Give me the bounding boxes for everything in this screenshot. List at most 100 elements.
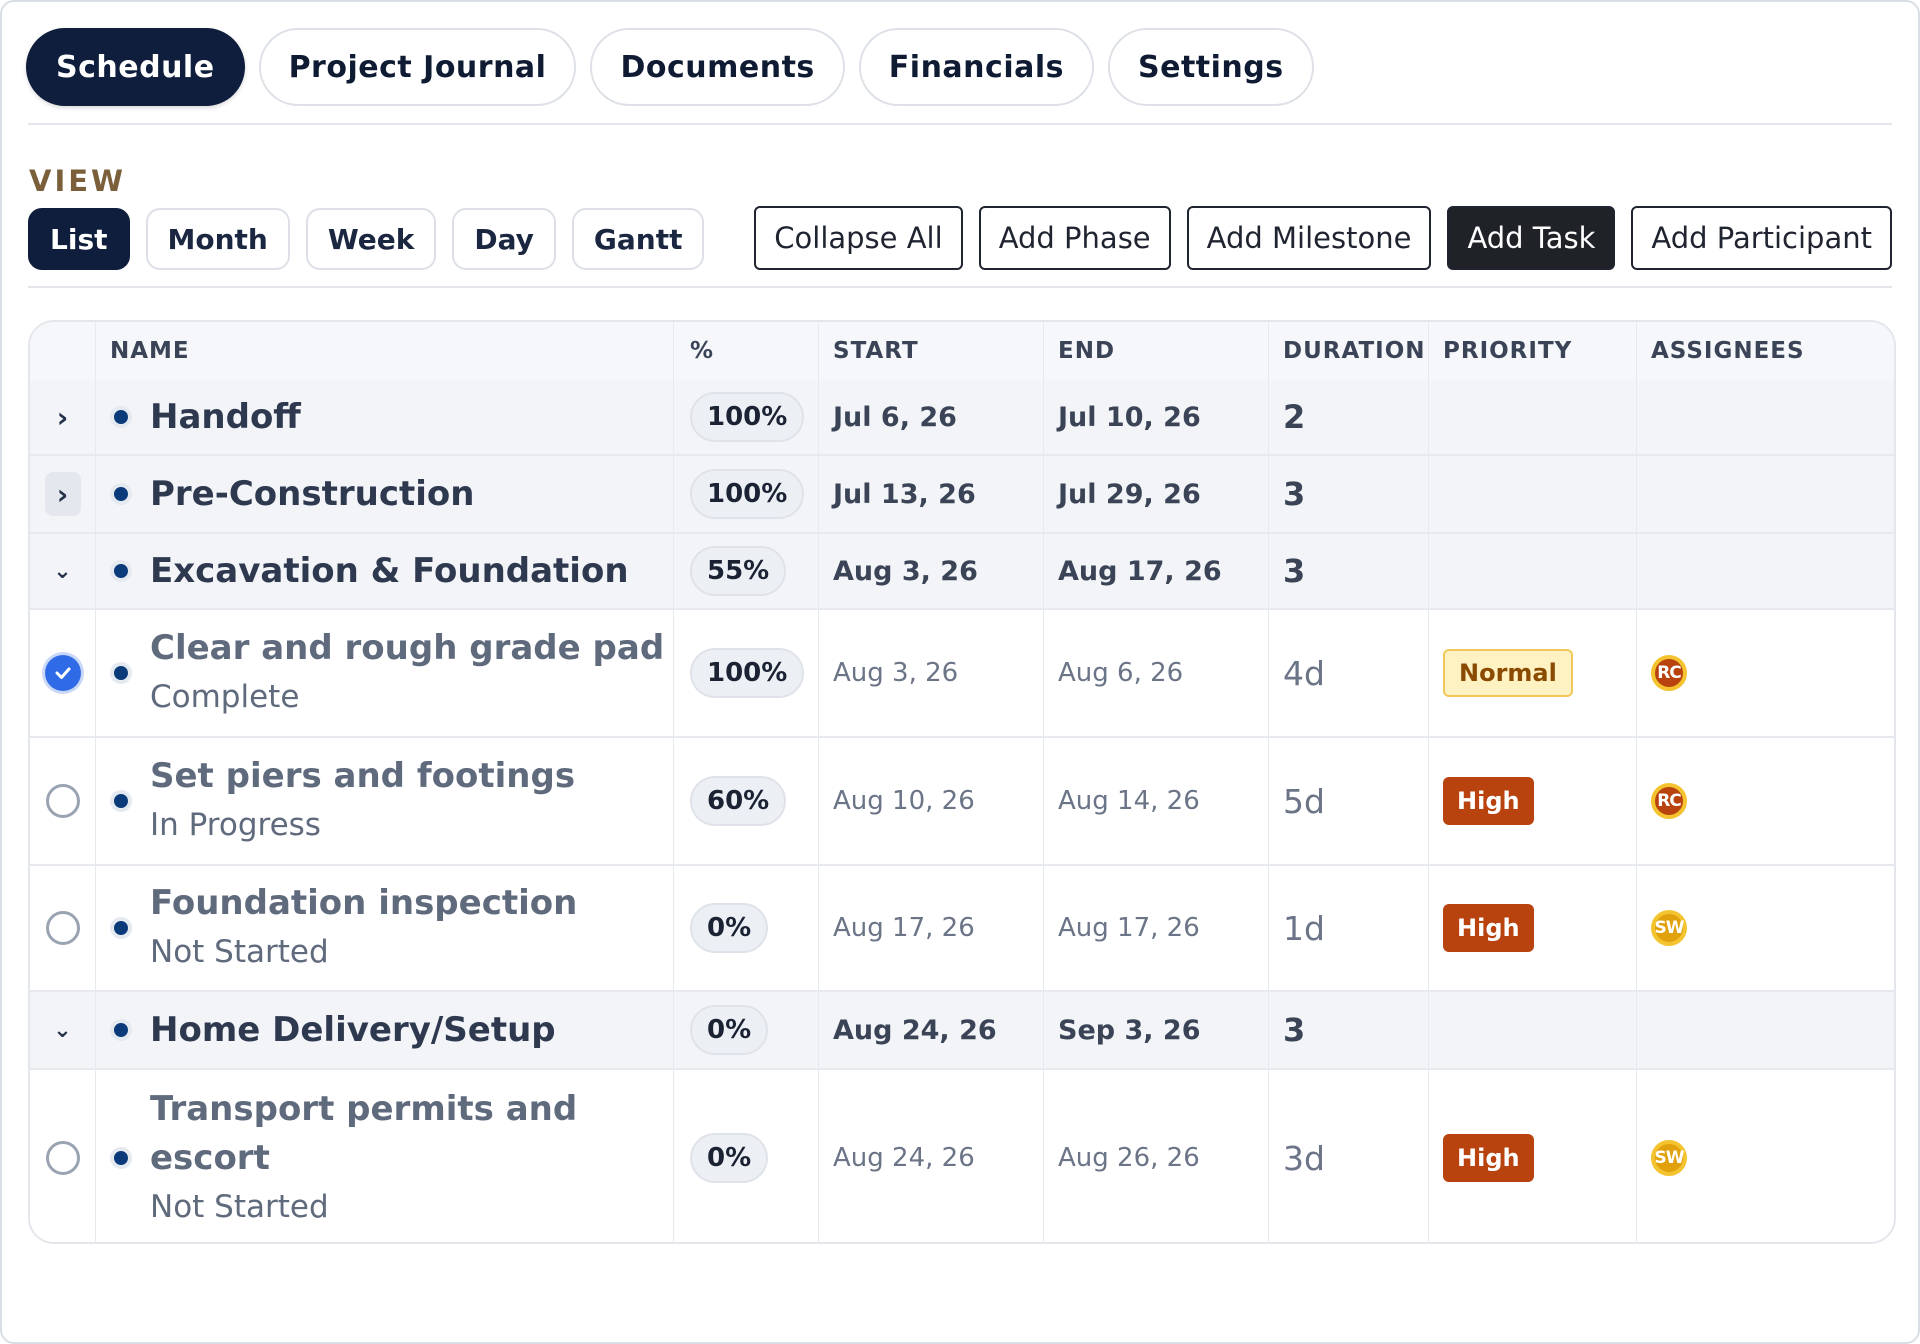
percent-pill: 60% (690, 776, 787, 826)
header-end[interactable]: END (1044, 322, 1269, 380)
percent-pill: 100% (690, 648, 805, 698)
avatar[interactable]: SW (1651, 1140, 1687, 1176)
phase-name[interactable]: Handoff (150, 397, 301, 437)
check-circle-icon[interactable] (44, 655, 81, 691)
tab-settings[interactable]: Settings (1107, 28, 1314, 106)
phase-name[interactable]: Pre-Construction (150, 474, 474, 514)
collapse-all-button[interactable]: Collapse All (754, 206, 963, 270)
task-name-line-1[interactable]: Transport permits and (150, 1085, 577, 1134)
assignees-cell (1637, 992, 1894, 1068)
end-date: Sep 3, 26 (1058, 1014, 1201, 1046)
task-status: Not Started (150, 934, 329, 970)
duration: 1d (1283, 908, 1325, 948)
add-task-button[interactable]: Add Task (1447, 206, 1616, 270)
task-dot-icon (110, 662, 132, 684)
priority-cell (1429, 534, 1637, 608)
view-list-button[interactable]: List (28, 208, 130, 270)
percent-pill: 55% (690, 546, 787, 596)
collapse-toggle[interactable]: ⌄ (30, 534, 96, 608)
end-date: Aug 17, 26 (1058, 913, 1200, 943)
phase-dot-icon (110, 406, 132, 428)
header-priority[interactable]: PRIORITY (1429, 322, 1637, 380)
add-milestone-button[interactable]: Add Milestone (1186, 206, 1432, 270)
percent-pill: 0% (690, 1133, 769, 1183)
avatar[interactable]: SW (1651, 910, 1687, 946)
task-row[interactable]: Clear and rough grade pad Complete 100% A… (30, 610, 1894, 738)
start-date: Aug 3, 26 (833, 658, 959, 688)
end-date: Aug 6, 26 (1058, 658, 1184, 688)
empty-circle-icon[interactable] (45, 1141, 80, 1175)
priority-cell (1429, 456, 1637, 532)
avatar[interactable]: RC (1651, 783, 1687, 819)
phase-row[interactable]: › Pre-Construction 100% Jul 13, 26 Jul 2… (30, 456, 1894, 534)
view-month-button[interactable]: Month (145, 208, 290, 270)
end-date: Aug 17, 26 (1058, 555, 1222, 587)
empty-circle-icon[interactable] (45, 784, 80, 818)
avatar[interactable]: RC (1651, 655, 1687, 691)
start-date: Aug 24, 26 (833, 1143, 975, 1173)
assignees-cell (1637, 456, 1894, 532)
phase-dot-icon (110, 560, 132, 582)
task-dot-icon (110, 917, 132, 939)
end-date: Aug 14, 26 (1058, 786, 1200, 816)
tab-documents[interactable]: Documents (590, 28, 845, 106)
phase-row[interactable]: ⌄ Excavation & Foundation 55% Aug 3, 26 … (30, 534, 1894, 610)
header-assignees[interactable]: ASSIGNEES (1637, 322, 1894, 380)
task-row[interactable]: Foundation inspection Not Started 0% Aug … (30, 866, 1894, 992)
task-dot-icon (110, 790, 132, 812)
table-header: NAME % START END DURATION PRIORITY ASSIG… (30, 322, 1894, 380)
phase-dot-icon (110, 483, 132, 505)
end-date: Jul 29, 26 (1058, 478, 1201, 510)
view-day-button[interactable]: Day (452, 208, 556, 270)
duration: 3d (1283, 1138, 1325, 1178)
priority-cell (1429, 380, 1637, 454)
view-gantt-button[interactable]: Gantt (571, 208, 705, 270)
start-date: Aug 10, 26 (833, 786, 975, 816)
header-start[interactable]: START (819, 322, 1044, 380)
divider (28, 286, 1892, 288)
chevron-right-icon: › (44, 472, 81, 516)
priority-badge: High (1443, 777, 1534, 825)
expand-toggle[interactable]: › (30, 380, 96, 454)
schedule-table: NAME % START END DURATION PRIORITY ASSIG… (28, 320, 1896, 1244)
priority-badge: High (1443, 904, 1534, 952)
empty-circle-icon[interactable] (45, 911, 80, 945)
task-status: Complete (150, 679, 300, 715)
duration: 3 (1283, 1011, 1306, 1049)
percent-pill: 0% (690, 903, 769, 953)
app-window: Schedule Project Journal Documents Finan… (0, 0, 1920, 1344)
phase-name[interactable]: Home Delivery/Setup (150, 1010, 556, 1050)
task-name[interactable]: Set piers and footings (150, 752, 575, 801)
add-participant-button[interactable]: Add Participant (1631, 206, 1892, 270)
collapse-toggle[interactable]: ⌄ (30, 992, 96, 1068)
phase-row[interactable]: › Handoff 100% Jul 6, 26 Jul 10, 26 2 (30, 380, 1894, 456)
header-duration[interactable]: DURATION (1269, 322, 1429, 380)
tab-schedule[interactable]: Schedule (26, 28, 245, 106)
task-row[interactable]: Set piers and footings In Progress 60% Au… (30, 738, 1894, 866)
end-date: Aug 26, 26 (1058, 1143, 1200, 1173)
add-phase-button[interactable]: Add Phase (978, 206, 1171, 270)
task-name-line-2[interactable]: escort (150, 1134, 577, 1183)
header-name[interactable]: NAME (96, 322, 674, 380)
view-week-button[interactable]: Week (305, 208, 437, 270)
task-dot-icon (110, 1147, 132, 1169)
percent-pill: 100% (690, 392, 805, 442)
phase-row[interactable]: ⌄ Home Delivery/Setup 0% Aug 24, 26 Sep … (30, 992, 1894, 1070)
view-label: VIEW (29, 164, 127, 198)
header-spacer (30, 322, 96, 380)
header-percent[interactable]: % (674, 322, 819, 380)
phase-name[interactable]: Excavation & Foundation (150, 551, 629, 591)
expand-toggle[interactable]: › (30, 456, 96, 532)
task-name[interactable]: Foundation inspection (150, 879, 577, 928)
divider (28, 123, 1892, 125)
tab-financials[interactable]: Financials (858, 28, 1094, 106)
start-date: Aug 24, 26 (833, 1014, 997, 1046)
chevron-down-icon: ⌄ (53, 1017, 72, 1043)
chevron-down-icon: ⌄ (53, 558, 72, 584)
assignees-cell (1637, 380, 1894, 454)
task-row[interactable]: Transport permits and escort Not Started… (30, 1070, 1894, 1242)
tab-project-journal[interactable]: Project Journal (258, 28, 577, 106)
percent-pill: 0% (690, 1005, 769, 1055)
task-name[interactable]: Clear and rough grade pad (150, 624, 664, 673)
start-date: Jul 6, 26 (833, 401, 957, 433)
